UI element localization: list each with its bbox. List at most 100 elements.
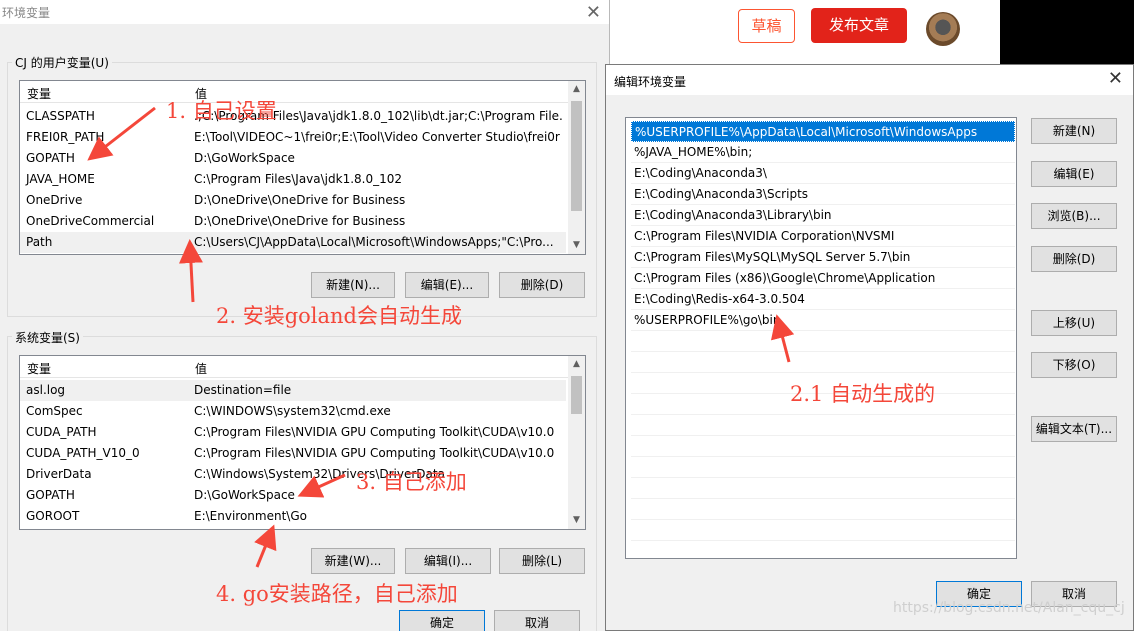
vertical-scrollbar[interactable]: ▲ ▼	[568, 81, 585, 254]
variable-name: OneDrive	[26, 193, 83, 207]
cancel-button[interactable]: 取消	[494, 610, 580, 631]
list-item-empty[interactable]	[631, 499, 1015, 520]
close-icon[interactable]: ✕	[1108, 68, 1123, 89]
publish-article-button[interactable]: 发布文章	[811, 8, 907, 43]
variable-name: CUDA_PATH	[26, 425, 97, 439]
variable-value: D:\OneDrive\OneDrive for Business	[194, 214, 406, 228]
annotation-note: 4. go安装路径，自己添加	[216, 582, 458, 606]
table-row[interactable]: FREI0R_PATH E:\Tool\VIDEOC~1\frei0r;E:\To…	[20, 127, 566, 148]
close-icon[interactable]: ✕	[586, 2, 601, 23]
table-row[interactable]: GOPATH D:\GoWorkSpace	[20, 485, 566, 506]
variable-name: GOROOT	[26, 509, 80, 523]
scroll-down-icon[interactable]: ▼	[568, 237, 585, 254]
user-edit-button[interactable]: 编辑(E)...	[405, 272, 489, 298]
system-delete-button[interactable]: 删除(L)	[499, 548, 585, 574]
edit-environment-variable-dialog: 编辑环境变量 ✕ %USERPROFILE%\AppData\Local\Mic…	[605, 64, 1134, 631]
user-new-button[interactable]: 新建(N)...	[311, 272, 395, 298]
list-item[interactable]: C:\Program Files\NVIDIA Corporation\NVSM…	[631, 226, 1015, 247]
list-item[interactable]: E:\Coding\Redis-x64-3.0.504	[631, 289, 1015, 310]
variable-name: Path	[26, 235, 53, 249]
variable-value: D:\OneDrive\OneDrive for Business	[194, 193, 406, 207]
variable-value: C:\Program Files\NVIDIA GPU Computing To…	[194, 446, 555, 460]
system-variables-list[interactable]: 变量 值 asl.log Destination=file ComSpec C:\W…	[19, 355, 586, 530]
table-row[interactable]: ComSpec C:\WINDOWS\system32\cmd.exe	[20, 401, 566, 422]
list-item[interactable]: E:\Coding\Anaconda3\	[631, 163, 1015, 184]
variable-value: C:\Program Files\NVIDIA GPU Computing To…	[194, 425, 555, 439]
list-item-empty[interactable]	[631, 331, 1015, 352]
draft-button[interactable]: 草稿	[738, 9, 795, 43]
list-item[interactable]: %USERPROFILE%\AppData\Local\Microsoft\Wi…	[631, 121, 1015, 142]
avatar[interactable]	[926, 12, 960, 46]
scroll-up-icon[interactable]: ▲	[568, 356, 585, 373]
variable-name: CLASSPATH	[26, 109, 95, 123]
table-row[interactable]: GOPATH D:\GoWorkSpace	[20, 148, 566, 169]
user-variables-label: CJ 的用户变量(U)	[12, 54, 112, 71]
variable-name: OneDriveCommercial	[26, 214, 155, 228]
list-item[interactable]: %JAVA_HOME%\bin;	[631, 142, 1015, 163]
variable-value: C:\Program Files\Java\jdk1.8.0_102	[194, 172, 403, 186]
annotation-note: 3. 自己添加	[356, 470, 467, 494]
list-item[interactable]: E:\Coding\Anaconda3\Scripts	[631, 184, 1015, 205]
annotation-note: 2.1 自动生成的	[790, 382, 936, 406]
table-row[interactable]: CUDA_PATH C:\Program Files\NVIDIA GPU Com…	[20, 422, 566, 443]
edit-path-button[interactable]: 编辑(E)	[1031, 161, 1117, 187]
scroll-down-icon[interactable]: ▼	[568, 512, 585, 529]
variable-value: E:\Environment\Go	[194, 509, 307, 523]
scroll-thumb[interactable]	[571, 376, 582, 414]
table-row[interactable]: OneDriveCommercial D:\OneDrive\OneDrive f…	[20, 211, 566, 232]
list-item[interactable]: %USERPROFILE%\go\bin	[631, 310, 1015, 331]
watermark: https://blog.csdn.net/Alan_cqu_cj	[893, 600, 1125, 616]
table-row[interactable]: OneDrive D:\OneDrive\OneDrive for Busines…	[20, 190, 566, 211]
variable-value: C:\WINDOWS\system32\cmd.exe	[194, 404, 391, 418]
browse-button[interactable]: 浏览(B)...	[1031, 203, 1117, 229]
list-header: 变量 值	[20, 356, 585, 378]
column-header-variable[interactable]: 变量	[27, 360, 51, 377]
column-header-variable[interactable]: 变量	[27, 85, 51, 102]
system-edit-button[interactable]: 编辑(I)...	[405, 548, 491, 574]
variable-name: CUDA_PATH_V10_0	[26, 446, 140, 460]
column-header-value[interactable]: 值	[195, 360, 207, 377]
system-new-button[interactable]: 新建(W)...	[311, 548, 395, 574]
variable-value: Destination=file	[194, 383, 292, 397]
list-item-empty[interactable]	[631, 436, 1015, 457]
list-item-empty[interactable]	[631, 457, 1015, 478]
list-item[interactable]: C:\Program Files (x86)\Google\Chrome\App…	[631, 268, 1015, 289]
ok-button[interactable]: 确定	[399, 610, 485, 631]
table-row[interactable]: CLASSPATH .;C:\Program Files\Java\jdk1.8.…	[20, 106, 566, 127]
vertical-scrollbar[interactable]: ▲ ▼	[568, 356, 585, 529]
variable-name: DriverData	[26, 467, 92, 481]
edit-text-button[interactable]: 编辑文本(T)...	[1031, 416, 1117, 442]
scroll-up-icon[interactable]: ▲	[568, 81, 585, 98]
dialog-title: 编辑环境变量	[614, 75, 687, 89]
list-item[interactable]: E:\Coding\Anaconda3\Library\bin	[631, 205, 1015, 226]
new-path-button[interactable]: 新建(N)	[1031, 118, 1117, 144]
table-row[interactable]: DriverData C:\Windows\System32\Drivers\Dr…	[20, 464, 566, 485]
variable-value: D:\GoWorkSpace	[194, 151, 295, 165]
table-row[interactable]: asl.log Destination=file	[20, 380, 566, 401]
list-header: 变量 值	[20, 81, 585, 103]
list-item-empty[interactable]	[631, 478, 1015, 499]
move-down-button[interactable]: 下移(O)	[1031, 352, 1117, 378]
list-item-empty[interactable]	[631, 415, 1015, 436]
path-list[interactable]: %USERPROFILE%\AppData\Local\Microsoft\Wi…	[625, 117, 1017, 559]
variable-value: C:\Users\CJ\AppData\Local\Microsoft\Wind…	[194, 235, 554, 249]
user-delete-button[interactable]: 删除(D)	[499, 272, 585, 298]
list-item[interactable]: C:\Program Files\MySQL\MySQL Server 5.7\…	[631, 247, 1015, 268]
table-row[interactable]: JAVA_HOME C:\Program Files\Java\jdk1.8.0_…	[20, 169, 566, 190]
annotation-note: 2. 安装goland会自动生成	[216, 304, 463, 328]
dark-background	[1000, 0, 1134, 64]
list-item-empty[interactable]	[631, 520, 1015, 541]
table-row[interactable]: GOROOT E:\Environment\Go	[20, 506, 566, 527]
delete-path-button[interactable]: 删除(D)	[1031, 246, 1117, 272]
variable-name: ComSpec	[26, 404, 83, 418]
dialog-titlebar: 环境变量 ✕	[0, 0, 609, 24]
table-row[interactable]: Path C:\Users\CJ\AppData\Local\Microsoft\…	[20, 232, 566, 253]
list-item-empty[interactable]	[631, 352, 1015, 373]
scroll-thumb[interactable]	[571, 101, 582, 211]
move-up-button[interactable]: 上移(U)	[1031, 310, 1117, 336]
variable-name: GOPATH	[26, 488, 75, 502]
variable-name: FREI0R_PATH	[26, 130, 105, 144]
user-variables-list[interactable]: 变量 值 CLASSPATH .;C:\Program Files\Java\jd…	[19, 80, 586, 255]
system-variables-label: 系统变量(S)	[12, 329, 83, 346]
table-row[interactable]: CUDA_PATH_V10_0 C:\Program Files\NVIDIA G…	[20, 443, 566, 464]
